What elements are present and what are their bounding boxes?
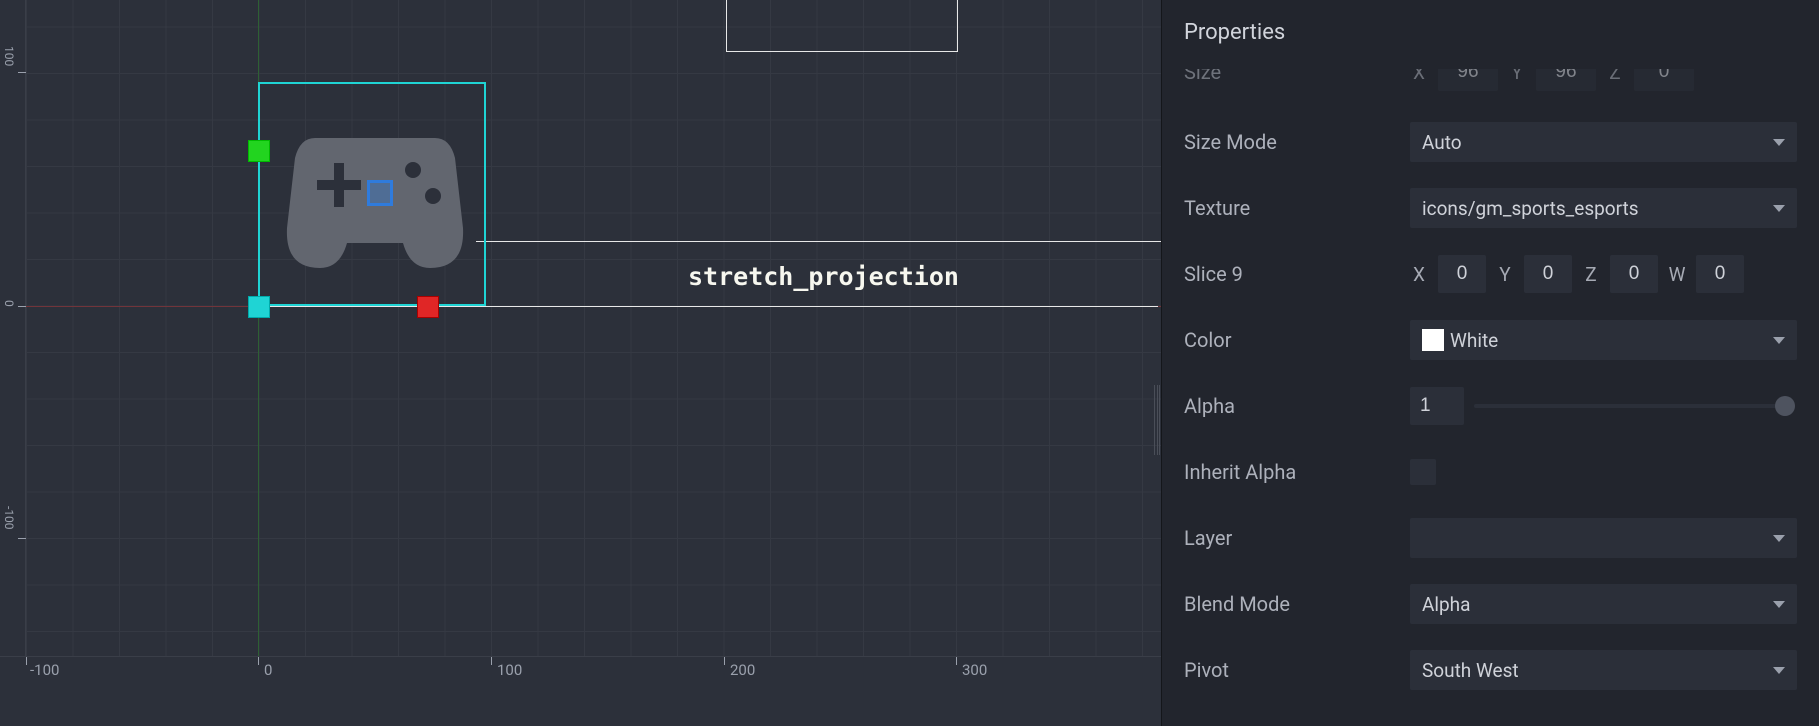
slice9-w-label: W: [1668, 263, 1686, 286]
slice9-y-label: Y: [1496, 263, 1514, 286]
size-x-input[interactable]: [1438, 69, 1498, 91]
size-mode-value: Auto: [1422, 131, 1462, 154]
alpha-input[interactable]: [1410, 387, 1464, 425]
slice9-y-input[interactable]: [1524, 255, 1572, 293]
blend-mode-value: Alpha: [1422, 593, 1470, 616]
prop-blend-mode-label: Blend Mode: [1184, 592, 1410, 616]
chevron-down-icon: [1773, 139, 1785, 146]
pivot-select[interactable]: South West: [1410, 650, 1797, 690]
prop-color-row: Color White: [1162, 307, 1819, 373]
prop-alpha-label: Alpha: [1184, 394, 1410, 418]
size-z-input[interactable]: [1634, 69, 1694, 91]
ruler-x-200: 200: [730, 661, 755, 679]
canvas-grid: [0, 0, 1161, 726]
slice9-z-input[interactable]: [1610, 255, 1658, 293]
prop-size-label: Size: [1184, 69, 1410, 84]
properties-panel: Properties Size X Y Z Size Mode Auto: [1161, 0, 1819, 726]
ruler-x-300: 300: [962, 661, 987, 679]
alpha-slider[interactable]: [1474, 404, 1791, 408]
ruler-y-100: 100: [2, 46, 16, 66]
panel-title: Properties: [1162, 0, 1819, 69]
canvas-viewport[interactable]: stretch_projection 100 0 -100 -100 0 100…: [0, 0, 1161, 726]
slice9-z-label: Z: [1582, 263, 1600, 286]
ruler-horizontal: -100 0 100 200 300: [0, 656, 1161, 726]
slice9-x-label: X: [1410, 263, 1428, 286]
size-y-label: Y: [1508, 69, 1526, 84]
ruler-vertical: 100 0 -100: [0, 0, 26, 656]
object-label: stretch_projection: [688, 262, 959, 291]
slice9-w-input[interactable]: [1696, 255, 1744, 293]
prop-size-row: Size X Y Z: [1162, 69, 1819, 99]
panel-resize-handle[interactable]: [1154, 385, 1160, 455]
prop-texture-label: Texture: [1184, 196, 1410, 220]
slice9-x-input[interactable]: [1438, 255, 1486, 293]
chevron-down-icon: [1773, 205, 1785, 212]
inherit-alpha-checkbox[interactable]: [1410, 459, 1436, 485]
ruler-x-neg100: -100: [30, 661, 59, 679]
handle-cyan[interactable]: [248, 296, 270, 318]
prop-color-label: Color: [1184, 328, 1410, 352]
ruler-y-neg100: -100: [2, 506, 16, 530]
color-swatch: [1422, 329, 1444, 351]
chevron-down-icon: [1773, 667, 1785, 674]
prop-layer-row: Layer: [1162, 505, 1819, 571]
ruler-x-100: 100: [497, 661, 522, 679]
prop-slice9-row: Slice 9 X Y Z W: [1162, 241, 1819, 307]
prop-slice9-label: Slice 9: [1184, 262, 1410, 286]
color-select[interactable]: White: [1410, 320, 1797, 360]
prop-inherit-alpha-row: Inherit Alpha: [1162, 439, 1819, 505]
canvas-frame-top: [726, 0, 958, 52]
ruler-y-0: 0: [2, 300, 16, 307]
prop-alpha-row: Alpha: [1162, 373, 1819, 439]
prop-texture-row: Texture icons/gm_sports_esports: [1162, 175, 1819, 241]
size-mode-select[interactable]: Auto: [1410, 122, 1797, 162]
layer-select[interactable]: [1410, 518, 1797, 558]
prop-size-mode-label: Size Mode: [1184, 130, 1410, 154]
chevron-down-icon: [1773, 535, 1785, 542]
prop-inherit-alpha-label: Inherit Alpha: [1184, 460, 1410, 484]
handle-red[interactable]: [417, 296, 439, 318]
size-z-label: Z: [1606, 69, 1624, 84]
size-y-input[interactable]: [1536, 69, 1596, 91]
alpha-slider-thumb[interactable]: [1775, 396, 1795, 416]
pivot-value: South West: [1422, 659, 1519, 682]
texture-select[interactable]: icons/gm_sports_esports: [1410, 188, 1797, 228]
handle-green[interactable]: [248, 140, 270, 162]
blend-mode-select[interactable]: Alpha: [1410, 584, 1797, 624]
texture-value: icons/gm_sports_esports: [1422, 197, 1639, 220]
chevron-down-icon: [1773, 337, 1785, 344]
color-value: White: [1450, 329, 1498, 352]
handle-blue[interactable]: [367, 180, 393, 206]
ruler-x-0: 0: [264, 661, 272, 679]
size-x-label: X: [1410, 69, 1428, 84]
canvas-frame-main-bottom: [258, 306, 1158, 307]
prop-size-mode-row: Size Mode Auto: [1162, 109, 1819, 175]
prop-pivot-label: Pivot: [1184, 658, 1410, 682]
chevron-down-icon: [1773, 601, 1785, 608]
prop-blend-mode-row: Blend Mode Alpha: [1162, 571, 1819, 637]
prop-pivot-row: Pivot South West: [1162, 637, 1819, 703]
prop-layer-label: Layer: [1184, 526, 1410, 550]
